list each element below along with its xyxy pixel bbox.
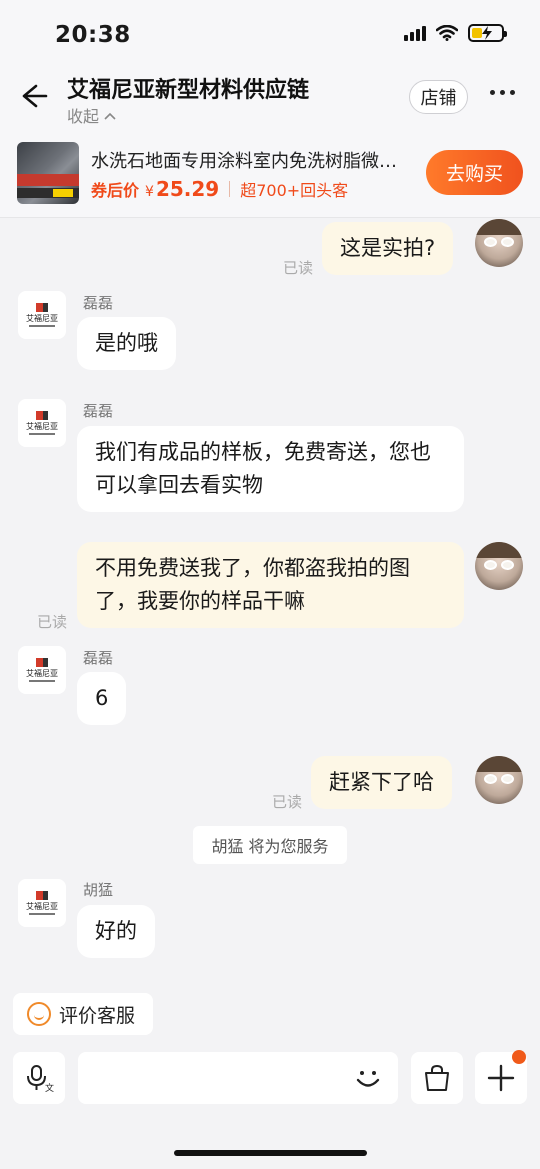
product-picker-button[interactable]: [411, 1052, 463, 1104]
notification-dot: [512, 1050, 526, 1064]
status-time: 20:38: [55, 22, 131, 48]
product-price-row: 券后价 ¥25.29 超700+回头客: [91, 177, 348, 201]
more-menu-button[interactable]: [490, 90, 520, 100]
currency-symbol: ¥: [145, 184, 154, 200]
read-receipt: 已读: [283, 259, 314, 277]
svg-text:文: 文: [45, 1082, 54, 1093]
read-receipt: 已读: [272, 793, 303, 811]
message-bubble-outgoing[interactable]: 赶紧下了哈: [311, 756, 452, 809]
buy-button[interactable]: 去购买: [426, 150, 523, 195]
sender-name: 磊磊: [83, 294, 114, 312]
status-icons: [404, 24, 507, 42]
sender-name: 胡猛: [83, 881, 114, 899]
smile-icon: [27, 1002, 51, 1026]
message-bubble-incoming[interactable]: 是的哦: [77, 317, 176, 370]
message-bubble-incoming[interactable]: 6: [77, 672, 127, 725]
collapse-label: 收起: [67, 107, 100, 126]
shopping-bag-icon: [425, 1064, 449, 1091]
rate-service-button[interactable]: 评价客服: [13, 993, 153, 1035]
price-divider: [229, 181, 231, 197]
read-receipt: 已读: [37, 613, 68, 631]
microphone-icon: 文: [27, 1065, 54, 1093]
rate-service-label: 评价客服: [59, 1004, 136, 1027]
product-price: 25.29: [155, 177, 220, 201]
user-avatar[interactable]: [475, 542, 523, 590]
product-card[interactable]: 水洗石地面专用涂料室内免洗树脂微… 券后价 ¥25.29 超700+回头客 去购…: [0, 135, 540, 217]
coupon-price-label: 券后价: [91, 181, 140, 200]
back-button[interactable]: [18, 80, 50, 112]
shop-avatar[interactable]: 艾福尼亚: [18, 646, 66, 694]
sender-name: 磊磊: [83, 649, 114, 667]
message-bubble-incoming[interactable]: 好的: [77, 905, 155, 958]
battery-icon: [468, 24, 507, 42]
message-bubble-incoming[interactable]: 我们有成品的样板，免费寄送，您也可以拿回去看实物: [77, 426, 464, 512]
chat-header: 20:38 艾福尼亚新型材料供应链 收起 店铺 水洗石地面专用涂料室内免洗树脂微…: [0, 0, 540, 218]
sender-name: 磊磊: [83, 402, 114, 420]
product-title[interactable]: 水洗石地面专用涂料室内免洗树脂微…: [91, 147, 421, 173]
voice-input-button[interactable]: 文: [13, 1052, 65, 1104]
emoji-icon[interactable]: [352, 1062, 384, 1094]
product-thumbnail[interactable]: [17, 142, 79, 204]
shop-button[interactable]: 店铺: [409, 80, 468, 114]
wifi-icon: [436, 25, 458, 41]
home-indicator: [174, 1150, 367, 1156]
shop-title[interactable]: 艾福尼亚新型材料供应链: [67, 72, 309, 104]
signal-icon: [404, 25, 426, 41]
user-avatar[interactable]: [475, 219, 523, 267]
collapse-toggle[interactable]: 收起: [67, 103, 116, 127]
shop-avatar[interactable]: 艾福尼亚: [18, 399, 66, 447]
dot-icon: [500, 90, 505, 95]
message-bubble-outgoing[interactable]: 这是实拍?: [322, 222, 454, 275]
shop-avatar[interactable]: 艾福尼亚: [18, 879, 66, 927]
message-list[interactable]: 这是实拍? 已读 艾福尼亚 磊磊 是的哦 艾福尼亚 磊磊 我们有成品的样板，免费…: [0, 219, 540, 1039]
repeat-customers: 超700+回头客: [240, 181, 349, 200]
system-notice: 胡猛 将为您服务: [193, 826, 347, 864]
message-input[interactable]: [78, 1052, 398, 1104]
dot-icon: [510, 90, 515, 95]
message-bubble-outgoing[interactable]: 不用免费送我了，你都盗我拍的图了，我要你的样品干嘛: [77, 542, 464, 628]
chevron-up-icon: [104, 112, 116, 120]
shop-avatar[interactable]: 艾福尼亚: [18, 291, 66, 339]
dot-icon: [490, 90, 495, 95]
back-arrow-icon: [22, 84, 48, 108]
plus-icon: [487, 1064, 515, 1092]
user-avatar[interactable]: [475, 756, 523, 804]
